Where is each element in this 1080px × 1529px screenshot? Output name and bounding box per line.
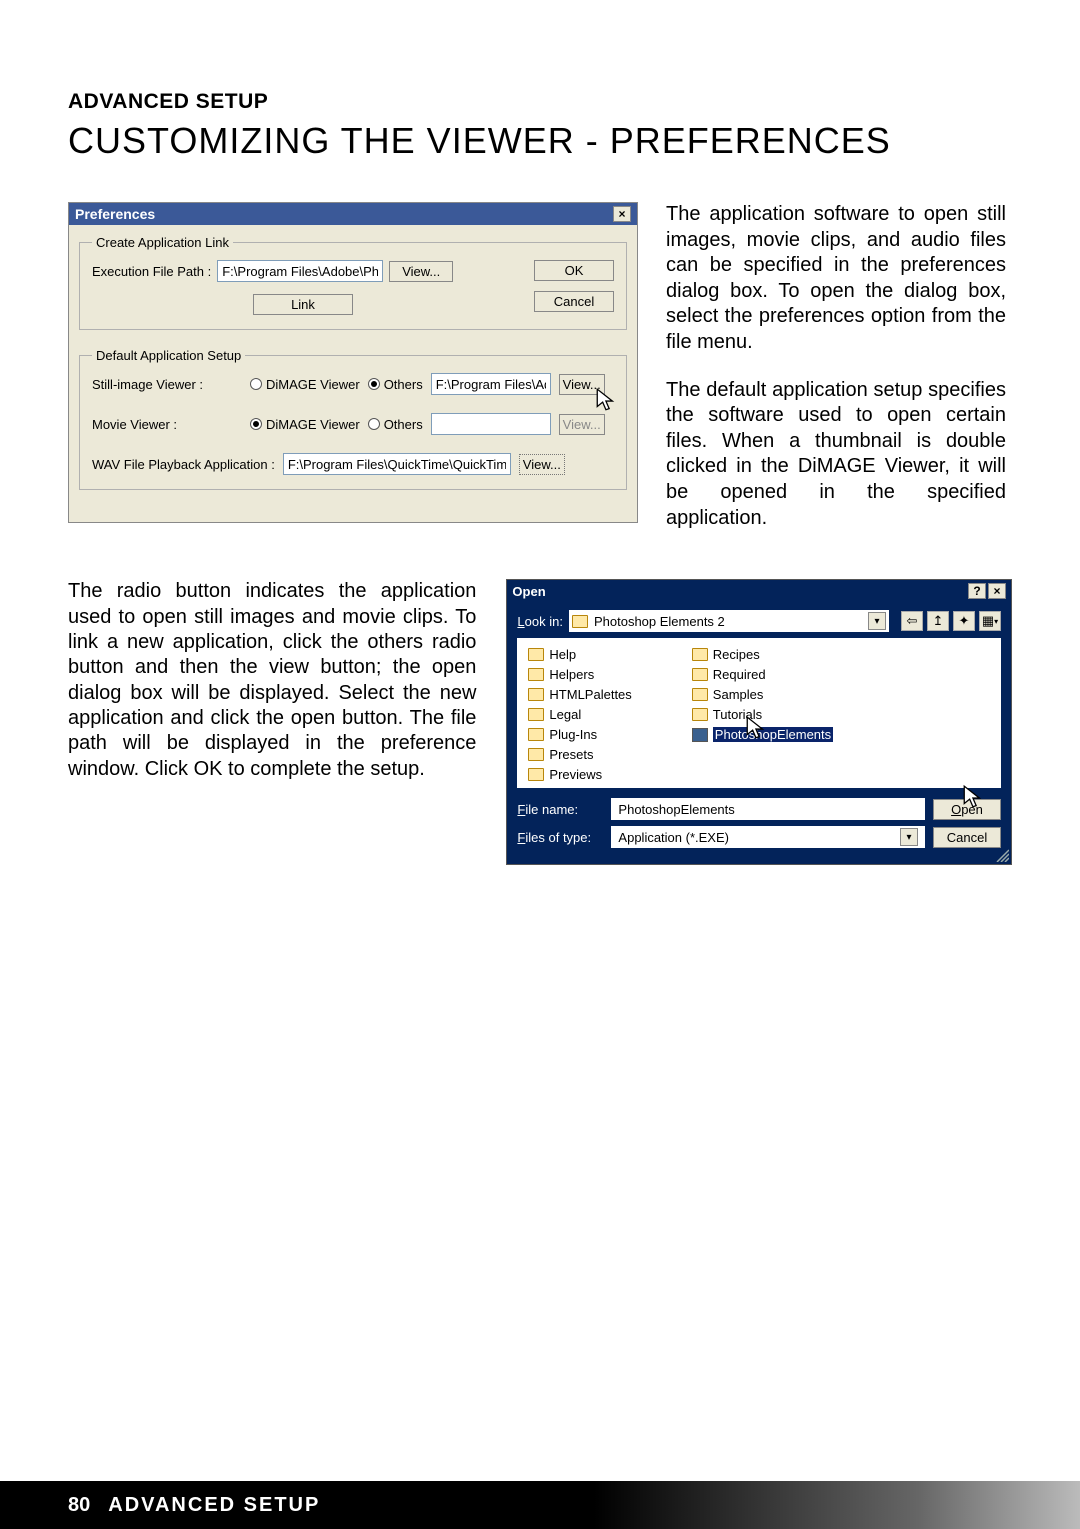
still-dimage-radio[interactable]: DiMAGE Viewer [250,377,360,392]
list-item[interactable]: Plug-Ins [528,727,631,742]
folder-icon [692,648,708,661]
paragraph-2: The default application setup specifies … [666,378,1006,532]
list-item[interactable]: HTMLPalettes [528,687,631,702]
still-others-input[interactable] [431,373,551,395]
list-item[interactable]: Helpers [528,667,631,682]
page-number: 80 [68,1494,90,1517]
preferences-titlebar: Preferences × [69,203,637,225]
exec-path-label: Execution File Path : [92,264,211,279]
link-button[interactable]: Link [253,294,353,315]
open-cancel-button[interactable]: Cancel [933,827,1001,848]
chevron-down-icon[interactable]: ▾ [900,828,918,846]
exec-view-button[interactable]: View... [389,261,453,282]
file-list[interactable]: Help Helpers HTMLPalettes Legal Plug-Ins Pres… [517,638,1001,788]
left-paragraph: The radio button indicates the applicati… [68,579,476,782]
paragraph-1: The application software to open still i… [666,202,1006,356]
back-icon[interactable]: ⇦ [901,611,923,631]
still-others-radio[interactable]: Others [368,377,423,392]
folder-icon [528,768,544,781]
list-item[interactable]: Legal [528,707,631,722]
open-button[interactable]: Open [933,799,1001,820]
preferences-dialog: Preferences × Create Application Link Ex… [68,202,638,523]
filetype-label: Files of type: [517,830,603,845]
up-folder-icon[interactable]: ↥ [927,611,949,631]
movie-others-radio[interactable]: Others [368,417,423,432]
folder-icon [692,708,708,721]
list-item-selected[interactable]: PhotoshopElements [692,727,833,742]
lookin-value: Photoshop Elements 2 [594,614,862,629]
folder-icon [528,688,544,701]
radio-dimage-label-2: DiMAGE Viewer [266,417,360,432]
right-column-text: The application software to open still i… [666,202,1006,531]
folder-icon [528,728,544,741]
still-image-label: Still-image Viewer : [92,377,242,392]
folder-icon [528,748,544,761]
filetype-combo[interactable]: Application (*.EXE) ▾ [611,826,925,848]
list-item[interactable]: Help [528,647,631,662]
new-folder-icon[interactable]: ✦ [953,611,975,631]
ok-button[interactable]: OK [534,260,614,281]
section-label: ADVANCED SETUP [68,90,1012,114]
filename-label: File name: [517,802,603,817]
list-item[interactable]: Presets [528,747,631,762]
open-dialog: Open ? × Look in: Photoshop Elements 2 ▾… [506,579,1012,865]
default-setup-legend: Default Application Setup [92,348,245,363]
view-menu-icon[interactable]: ▦▾ [979,611,1001,631]
radio-dimage-label: DiMAGE Viewer [266,377,360,392]
page-title: CUSTOMIZING THE VIEWER - PREFERENCES [68,120,1012,162]
filename-input[interactable]: PhotoshopElements [611,798,925,820]
radio-others-label: Others [384,377,423,392]
folder-icon [528,708,544,721]
create-application-link-group: Create Application Link Execution File P… [79,235,627,330]
open-titlebar: Open ? × [507,580,1011,602]
folder-icon [528,668,544,681]
folder-icon [692,688,708,701]
list-item[interactable]: Previews [528,767,631,782]
movie-view-button: View... [559,414,605,435]
lookin-combo[interactable]: Photoshop Elements 2 ▾ [569,610,889,632]
wav-view-button[interactable]: View... [519,454,565,475]
folder-icon [572,615,588,628]
close-icon[interactable]: × [613,206,631,222]
wav-label: WAV File Playback Application : [92,457,275,472]
exe-icon [692,728,708,742]
lookin-label: Look in: [517,614,563,629]
radio-others-label-2: Others [384,417,423,432]
chevron-down-icon[interactable]: ▾ [868,612,886,630]
close-icon[interactable]: × [988,583,1006,599]
wav-path-input[interactable] [283,453,511,475]
footer-bar: 80 ADVANCED SETUP [0,1481,1080,1529]
exec-path-input[interactable] [217,260,383,282]
footer-section: ADVANCED SETUP [108,1494,320,1517]
help-icon[interactable]: ? [968,583,986,599]
movie-viewer-label: Movie Viewer : [92,417,242,432]
folder-icon [692,668,708,681]
open-title: Open [512,584,545,599]
still-view-button[interactable]: View... [559,374,605,395]
movie-dimage-radio[interactable]: DiMAGE Viewer [250,417,360,432]
list-item[interactable]: Required [692,667,833,682]
list-item[interactable]: Samples [692,687,833,702]
movie-others-input [431,413,551,435]
create-link-legend: Create Application Link [92,235,233,250]
preferences-title: Preferences [75,206,155,222]
folder-icon [528,648,544,661]
list-item[interactable]: Tutorials [692,707,833,722]
cancel-button[interactable]: Cancel [534,291,614,312]
default-application-setup-group: Default Application Setup Still-image Vi… [79,348,627,490]
list-item[interactable]: Recipes [692,647,833,662]
resize-grip-icon[interactable] [995,848,1009,862]
